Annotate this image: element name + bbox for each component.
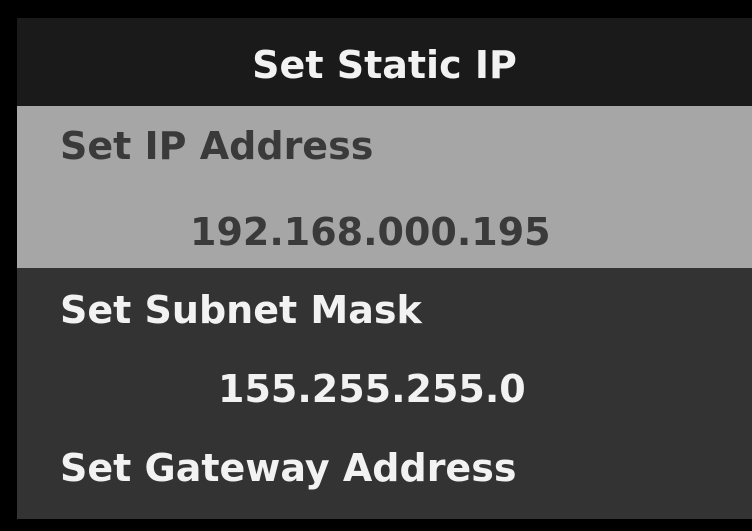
gateway-address-label: Set Gateway Address xyxy=(60,446,517,490)
ip-address-value: 192.168.000.195 xyxy=(190,210,551,254)
subnet-mask-value: 155.255.255.0 xyxy=(218,367,526,411)
screen-title: Set Static IP xyxy=(252,43,517,87)
menu-item-ip-address[interactable]: Set IP Address 192.168.000.195 xyxy=(17,106,752,268)
menu-item-gateway-address[interactable]: Set Gateway Address xyxy=(17,428,752,519)
device-screen-frame: Set Static IP Set IP Address 192.168.000… xyxy=(0,0,752,531)
ip-address-label: Set IP Address xyxy=(60,124,374,168)
static-ip-menu-panel: Set Static IP Set IP Address 192.168.000… xyxy=(17,18,752,519)
subnet-mask-label: Set Subnet Mask xyxy=(60,288,422,332)
title-bar: Set Static IP xyxy=(17,18,752,106)
menu-item-subnet-mask[interactable]: Set Subnet Mask 155.255.255.0 xyxy=(17,268,752,428)
